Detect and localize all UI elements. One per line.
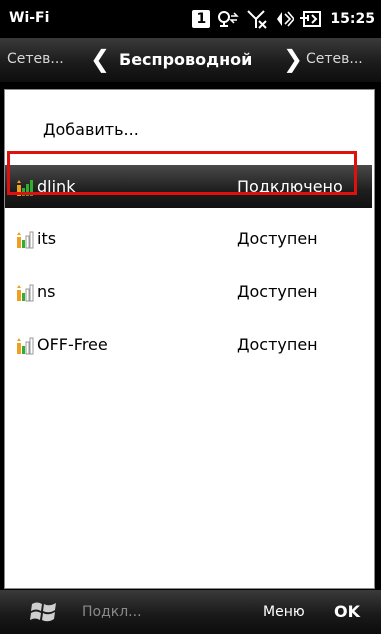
network-status: Доступен (237, 282, 318, 301)
ok-button[interactable]: OK (334, 602, 360, 621)
network-status: Доступен (237, 229, 318, 248)
nav-title: Беспроводной (119, 50, 253, 69)
content-area: Добавить... dlink Подключено its Доступе… (0, 82, 381, 590)
nav-prev-label[interactable]: Сетев... (7, 51, 64, 67)
data-sync-icon (216, 8, 240, 30)
network-row[interactable]: its Доступен (5, 217, 372, 260)
windows-start-icon[interactable] (30, 599, 58, 625)
wifi-signal-icon (17, 337, 34, 355)
connect-softkey[interactable]: Подкл... (82, 604, 142, 620)
status-bar: Wi-Fi 1 15:25 (0, 0, 381, 38)
network-name: ns (37, 282, 56, 301)
nav-next-label[interactable]: Сетев... (306, 51, 363, 67)
status-title: Wi-Fi (9, 10, 50, 26)
notification-badge-icon[interactable]: 1 (192, 8, 211, 30)
wifi-signal-icon (17, 284, 34, 302)
network-status: Доступен (237, 335, 318, 354)
volume-icon (274, 8, 295, 30)
clock: 15:25 (330, 11, 375, 27)
network-row[interactable]: OFF-Free Доступен (5, 323, 372, 366)
network-name: OFF-Free (37, 335, 108, 354)
menu-softkey[interactable]: Меню (263, 604, 305, 620)
selection-highlight (7, 151, 357, 195)
softkey-bar: Подкл... Меню OK (0, 590, 381, 634)
status-icons: 1 15:25 (192, 5, 375, 33)
nav-next-arrow-icon[interactable]: ❯ (283, 46, 303, 72)
add-network-item[interactable]: Добавить... (43, 120, 139, 139)
nav-prev-arrow-icon[interactable]: ❮ (90, 46, 110, 72)
wifi-signal-icon (17, 231, 34, 249)
network-name: its (37, 229, 57, 248)
no-signal-icon (246, 8, 268, 30)
battery-charging-icon (300, 8, 322, 30)
network-row[interactable]: ns Доступен (5, 270, 372, 313)
nav-bar: Сетев... ❮ Беспроводной ❯ Сетев... (0, 38, 381, 82)
network-list: Добавить... dlink Подключено its Доступе… (4, 89, 375, 589)
